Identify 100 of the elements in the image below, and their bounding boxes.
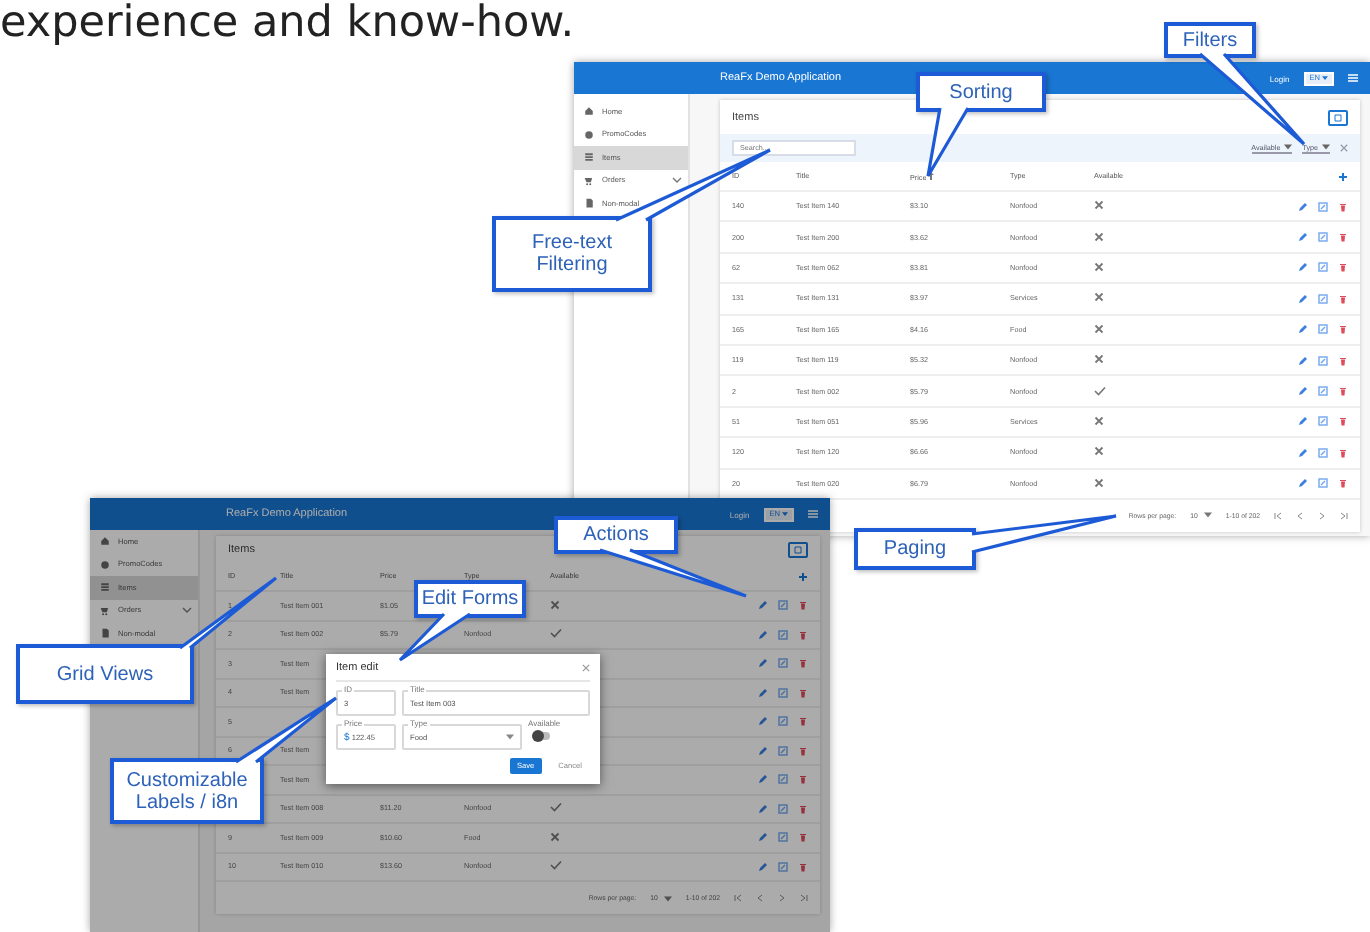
delete-icon[interactable] (1338, 293, 1348, 304)
open-icon[interactable] (1318, 447, 1328, 458)
delete-icon[interactable] (1338, 262, 1348, 273)
edit-icon[interactable] (758, 861, 768, 872)
first-page-icon[interactable] (1274, 511, 1282, 520)
list-icon (584, 152, 594, 163)
callout: Free-text Filtering (492, 216, 652, 292)
delete-icon[interactable] (1338, 324, 1348, 335)
list-icon (100, 582, 110, 593)
previous-page-icon[interactable] (1296, 511, 1304, 520)
menu-icon[interactable] (1348, 74, 1358, 82)
first-page-icon[interactable] (734, 894, 742, 902)
cart-icon (100, 605, 110, 616)
open-icon[interactable] (1318, 262, 1328, 273)
delete-icon[interactable] (798, 687, 808, 698)
previous-page-icon[interactable] (756, 894, 764, 902)
view-toggle-button[interactable] (788, 541, 808, 557)
clear-icon[interactable] (1340, 144, 1348, 152)
edit-icon[interactable] (1298, 386, 1308, 397)
edit-icon[interactable] (1298, 447, 1308, 458)
document-icon (100, 628, 110, 639)
edit-icon[interactable] (758, 629, 768, 640)
delete-icon[interactable] (1338, 201, 1348, 212)
next-page-icon[interactable] (778, 894, 786, 902)
open-icon[interactable] (1318, 355, 1328, 366)
caret-icon (663, 895, 672, 901)
open-icon[interactable] (1318, 232, 1328, 243)
open-icon[interactable] (1318, 478, 1328, 489)
delete-icon[interactable] (1338, 478, 1348, 489)
edit-icon[interactable] (758, 687, 768, 698)
open-icon[interactable] (778, 716, 788, 727)
add-icon[interactable] (798, 571, 808, 581)
open-icon[interactable] (1318, 386, 1328, 397)
callout: Paging (854, 528, 976, 570)
toggle-switch[interactable] (534, 732, 550, 740)
callout: Filters (1164, 22, 1256, 58)
menu-icon[interactable] (808, 510, 818, 518)
edit-icon[interactable] (1298, 201, 1308, 212)
edit-icon[interactable] (1298, 478, 1308, 489)
edit-icon[interactable] (758, 745, 768, 756)
heading-text: experience and know-how. (0, 0, 575, 48)
document-icon (584, 198, 594, 209)
open-icon[interactable] (1318, 416, 1328, 427)
delete-icon[interactable] (1338, 232, 1348, 243)
edit-icon[interactable] (758, 832, 768, 843)
view-toggle-button[interactable] (1328, 109, 1348, 125)
delete-icon[interactable] (798, 745, 808, 756)
open-icon[interactable] (778, 600, 788, 611)
callout: Customizable Labels / i8n (110, 758, 264, 824)
open-icon[interactable] (1318, 201, 1328, 212)
home-icon (100, 536, 110, 547)
delete-icon[interactable] (798, 716, 808, 727)
open-icon[interactable] (778, 745, 788, 756)
delete-icon[interactable] (1338, 416, 1348, 427)
tag-icon (100, 559, 110, 570)
open-icon[interactable] (778, 832, 788, 843)
edit-icon[interactable] (1298, 293, 1308, 304)
delete-icon[interactable] (798, 600, 808, 611)
delete-icon[interactable] (1338, 355, 1348, 366)
add-icon[interactable] (1338, 171, 1348, 181)
last-page-icon[interactable] (800, 894, 808, 902)
edit-icon[interactable] (1298, 355, 1308, 366)
edit-icon[interactable] (1298, 416, 1308, 427)
edit-icon[interactable] (758, 716, 768, 727)
callout: Edit Forms (414, 580, 526, 618)
caret-icon (1203, 512, 1212, 519)
delete-icon[interactable] (798, 658, 808, 669)
edit-icon[interactable] (758, 600, 768, 611)
open-icon[interactable] (1318, 293, 1328, 304)
callout: Actions (554, 516, 678, 554)
open-icon[interactable] (778, 687, 788, 698)
edit-icon[interactable] (1298, 324, 1308, 335)
caret-icon (506, 734, 514, 740)
edit-icon[interactable] (758, 774, 768, 785)
delete-icon[interactable] (798, 629, 808, 640)
open-icon[interactable] (778, 861, 788, 872)
open-icon[interactable] (778, 803, 788, 814)
square-icon (1334, 113, 1342, 121)
delete-icon[interactable] (798, 803, 808, 814)
edit-icon[interactable] (1298, 232, 1308, 243)
close-icon[interactable] (582, 664, 590, 672)
callout: Sorting (916, 72, 1046, 112)
delete-icon[interactable] (798, 861, 808, 872)
caret-icon (1322, 76, 1328, 80)
edit-icon[interactable] (758, 803, 768, 814)
last-page-icon[interactable] (1340, 511, 1348, 520)
delete-icon[interactable] (1338, 447, 1348, 458)
tag-icon (584, 129, 594, 140)
edit-icon[interactable] (758, 658, 768, 669)
delete-icon[interactable] (798, 774, 808, 785)
caret-icon (1322, 144, 1330, 150)
delete-icon[interactable] (1338, 386, 1348, 397)
callout: Grid Views (16, 644, 194, 704)
open-icon[interactable] (778, 629, 788, 640)
next-page-icon[interactable] (1318, 511, 1326, 520)
delete-icon[interactable] (798, 832, 808, 843)
open-icon[interactable] (778, 774, 788, 785)
open-icon[interactable] (1318, 324, 1328, 335)
edit-icon[interactable] (1298, 262, 1308, 273)
open-icon[interactable] (778, 658, 788, 669)
